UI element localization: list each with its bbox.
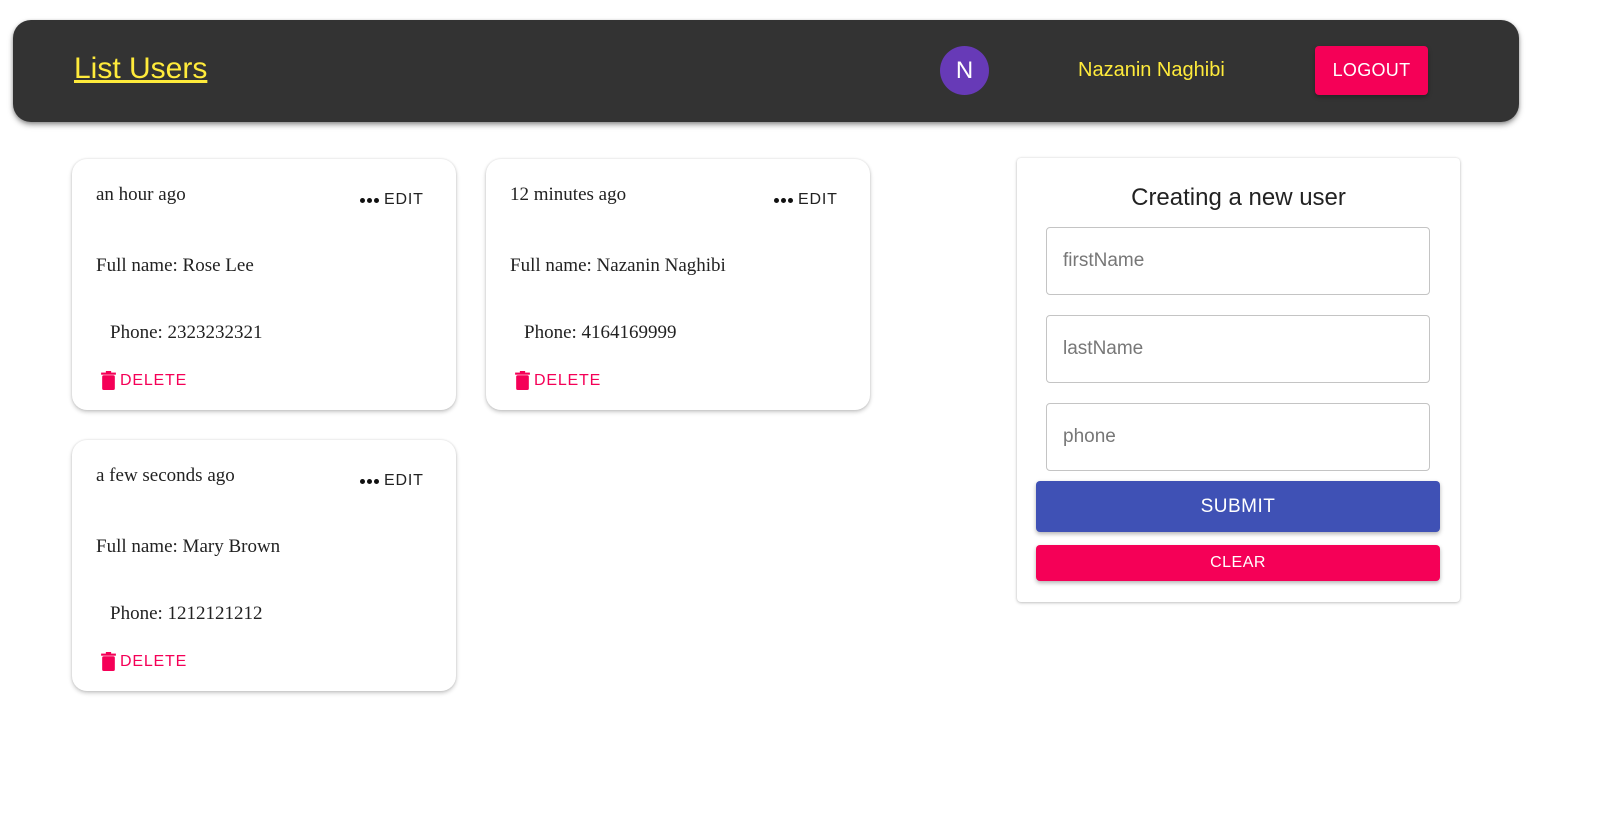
trash-icon: [101, 371, 116, 390]
create-user-form: Creating a new user SUBMIT CLEAR: [1017, 158, 1460, 602]
more-horiz-icon: [360, 197, 379, 203]
edit-button[interactable]: EDIT: [360, 191, 424, 209]
logout-button[interactable]: LOGOUT: [1315, 46, 1428, 95]
clear-button[interactable]: CLEAR: [1036, 545, 1440, 581]
edit-button[interactable]: EDIT: [774, 191, 838, 209]
current-user-name: Nazanin Naghibi: [1078, 59, 1225, 81]
app-bar: List Users N Nazanin Naghibi LOGOUT: [13, 20, 1519, 122]
user-card: 12 minutes ago EDIT Full name: Nazanin N…: [486, 159, 870, 410]
edit-label: EDIT: [384, 191, 424, 208]
delete-label: DELETE: [534, 371, 602, 389]
user-card: an hour ago EDIT Full name: Rose Lee Pho…: [72, 159, 456, 410]
delete-label: DELETE: [120, 371, 188, 389]
delete-label: DELETE: [120, 652, 188, 670]
created-time: 12 minutes ago: [510, 184, 627, 205]
avatar: N: [940, 46, 989, 95]
phone-number: Phone: 1212121212: [110, 603, 263, 624]
delete-button[interactable]: DELETE: [101, 371, 187, 390]
edit-label: EDIT: [798, 191, 838, 208]
last-name-field[interactable]: [1046, 315, 1430, 383]
created-time: a few seconds ago: [96, 465, 235, 486]
submit-button[interactable]: SUBMIT: [1036, 481, 1440, 532]
phone-field[interactable]: [1046, 403, 1430, 471]
more-horiz-icon: [360, 478, 379, 484]
full-name: Full name: Rose Lee: [96, 255, 254, 276]
edit-button[interactable]: EDIT: [360, 472, 424, 490]
user-card: a few seconds ago EDIT Full name: Mary B…: [72, 440, 456, 691]
phone-number: Phone: 2323232321: [110, 322, 263, 343]
first-name-field[interactable]: [1046, 227, 1430, 295]
phone-number: Phone: 4164169999: [524, 322, 677, 343]
delete-button[interactable]: DELETE: [101, 652, 187, 671]
full-name: Full name: Nazanin Naghibi: [510, 255, 726, 276]
edit-label: EDIT: [384, 472, 424, 489]
created-time: an hour ago: [96, 184, 186, 205]
form-title: Creating a new user: [1131, 184, 1346, 211]
page-title-link[interactable]: List Users: [74, 52, 207, 86]
more-horiz-icon: [774, 197, 793, 203]
delete-button[interactable]: DELETE: [515, 371, 601, 390]
trash-icon: [515, 371, 530, 390]
trash-icon: [101, 652, 116, 671]
full-name: Full name: Mary Brown: [96, 536, 281, 557]
